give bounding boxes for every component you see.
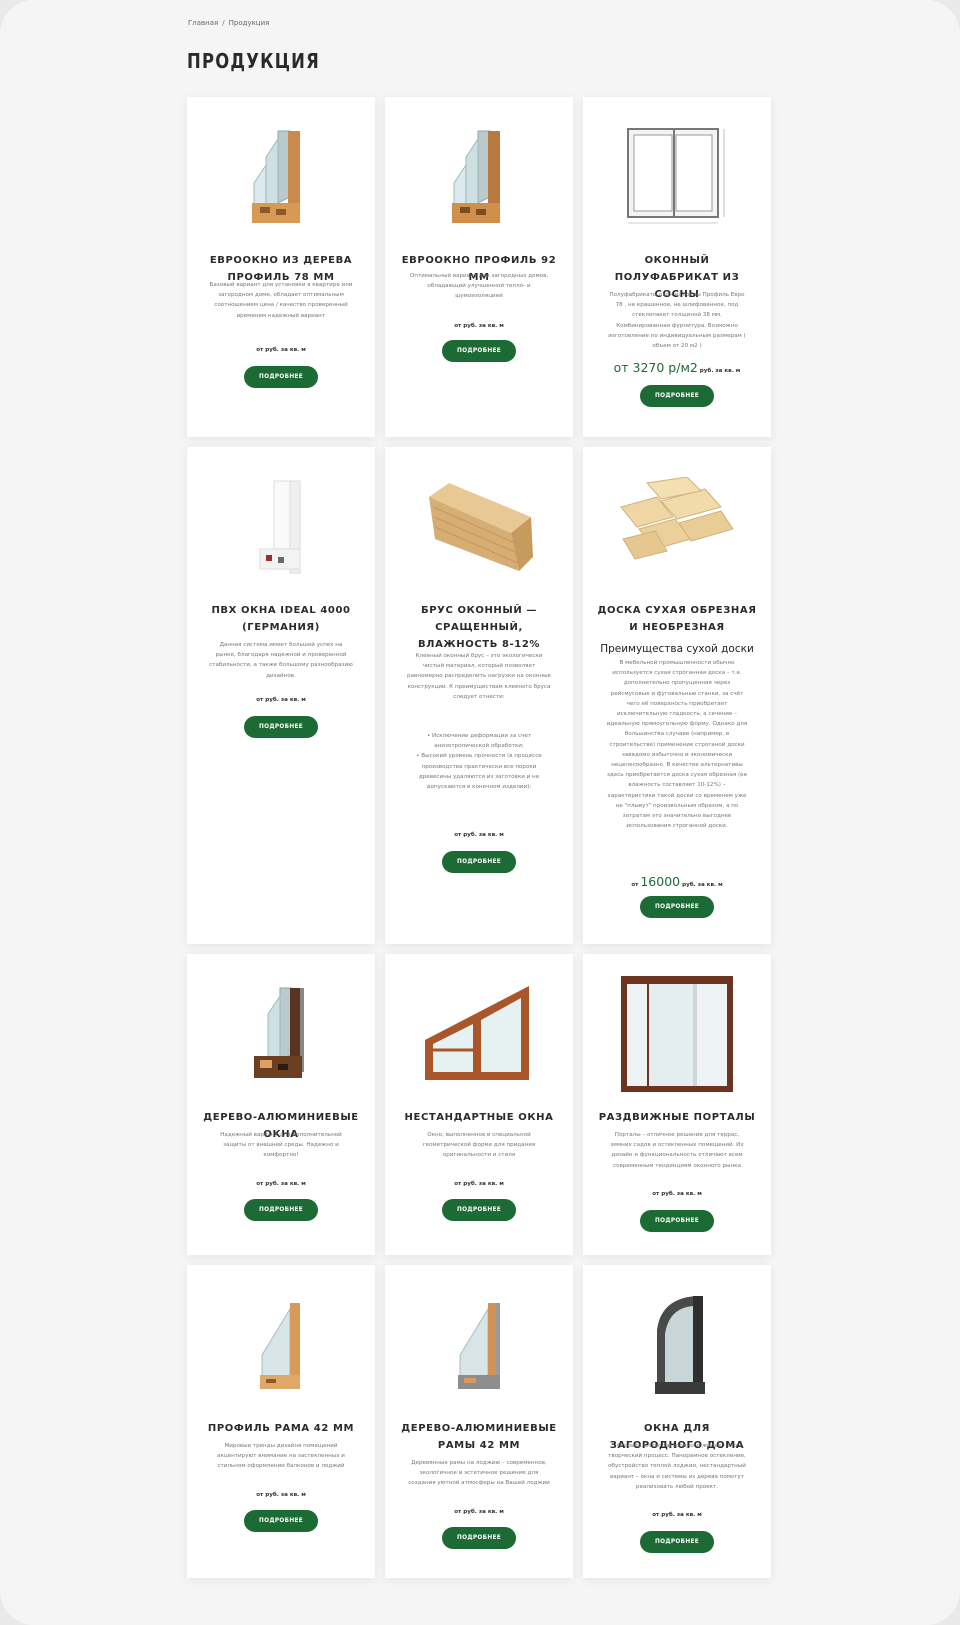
frame-profile-icon [260, 1303, 300, 1389]
page-title: ПРОДУКЦИЯ [187, 49, 320, 73]
product-price-value: 16000 [640, 874, 681, 889]
product-title: ДЕРЕВО-АЛЮМИНИЕВЫЕ РАМЫ 42 ММ [401, 1423, 557, 1451]
product-image [187, 117, 375, 237]
product-card: ДЕРЕВО-АЛЮМИНИЕВЫЕ ОКНА Надежный вариант… [187, 954, 375, 1255]
product-card: ОКНА ДЛЯ ЗАГОРОДНОГО ДОМА Строительство … [583, 1265, 771, 1578]
product-title: РАЗДВИЖНЫЕ ПОРТАЛЫ [598, 1112, 756, 1123]
bullet-item: • Высокий уровень прочности (в процессе … [416, 753, 542, 791]
product-price-value: от 3270 р/м2 [613, 360, 698, 375]
product-price: от руб. за кв. м [652, 1191, 702, 1197]
product-title: ПРОФИЛЬ РАМА 42 ММ [207, 1423, 355, 1434]
breadcrumb: Главная / Продукция [188, 19, 269, 27]
product-image [583, 974, 771, 1094]
wood-window-profile-icon [252, 130, 300, 223]
details-button[interactable]: ПОДРОБНЕЕ [244, 716, 318, 738]
dark-window-profile-icon [655, 1296, 705, 1394]
details-button[interactable]: ПОДРОБНЕЕ [442, 1199, 516, 1221]
product-image [385, 974, 573, 1094]
product-description: Строительство загородного жилья – это тв… [608, 1443, 746, 1490]
product-price: от руб. за кв. м [454, 832, 504, 838]
product-description: Полуфабрикаты окон из сосны Профиль Евро… [608, 292, 746, 350]
breadcrumb-separator: / [222, 19, 225, 27]
product-description: Порталы – отличное решение для террас, з… [610, 1132, 744, 1169]
product-price: от руб. за кв. м [454, 323, 504, 329]
product-card: ДЕРЕВО-АЛЮМИНИЕВЫЕ РАМЫ 42 ММ Деревянные… [385, 1265, 573, 1578]
product-price: от руб. за кв. м [256, 697, 306, 703]
product-description: В мебельной промышленности обычно исполь… [606, 660, 748, 830]
product-description: Окно, выполненное в специальной геометри… [422, 1132, 536, 1159]
product-subhead: Преимущества сухой доски [600, 643, 754, 655]
details-button[interactable]: ПОДРОБНЕЕ [442, 340, 516, 362]
product-image [187, 974, 375, 1094]
product-title: БРУС ОКОННЫЙ — СРАЩЕННЫЙ, ВЛАЖНОСТЬ 8-12… [417, 605, 541, 650]
page: Главная / Продукция ПРОДУКЦИЯ ЕВРООКНО ИЗ … [0, 0, 960, 1625]
details-button[interactable]: ПОДРОБНЕЕ [244, 366, 318, 388]
details-button[interactable]: ПОДРОБНЕЕ [244, 1510, 318, 1532]
product-price: от руб. за кв. м [256, 1492, 306, 1498]
product-image [385, 467, 573, 587]
product-image [385, 117, 573, 237]
product-card: ПРОФИЛЬ РАМА 42 ММ Мировые тренды дизайн… [187, 1265, 375, 1578]
product-price: от 16000 руб. за кв. м [583, 874, 771, 889]
product-card: ЕВРООКНО ПРОФИЛЬ 92 ММ Оптимальный вариа… [385, 97, 573, 437]
details-button[interactable]: ПОДРОБНЕЕ [442, 1527, 516, 1549]
product-price: от 3270 р/м2 руб. за кв. м [583, 360, 771, 375]
product-card: ПВХ ОКНА IDEAL 4000 (ГЕРМАНИЯ) Данная си… [187, 447, 375, 944]
details-button[interactable]: ПОДРОБНЕЕ [442, 851, 516, 873]
product-image [385, 1285, 573, 1405]
pvc-window-profile-icon [259, 480, 301, 573]
product-title: НЕСТАНДАРТНЫЕ ОКНА [404, 1112, 554, 1123]
product-description: Деревянные рамы на лоджию – современное,… [408, 1460, 550, 1487]
window-drawing-icon [627, 127, 725, 223]
details-button[interactable]: ПОДРОБНЕЕ [640, 1531, 714, 1553]
breadcrumb-home-link[interactable]: Главная [188, 19, 218, 27]
product-image [583, 1285, 771, 1405]
planks-icon [620, 477, 734, 560]
breadcrumb-current: Продукция [228, 19, 270, 27]
wood-window-profile-icon [452, 130, 500, 223]
product-title: ДОСКА СУХАЯ ОБРЕЗНАЯ И НЕОБРЕЗНАЯ [597, 605, 757, 633]
product-price-prefix: от [631, 882, 639, 888]
product-description: Базовый вариант для установки в квартире… [209, 282, 353, 319]
product-card: БРУС ОКОННЫЙ — СРАЩЕННЫЙ, ВЛАЖНОСТЬ 8-12… [385, 447, 573, 944]
product-description: Надежный вариант для дополнительной защи… [220, 1132, 342, 1159]
product-image [583, 117, 771, 237]
product-price: от руб. за кв. м [454, 1509, 504, 1515]
product-description: Данная система имеет большой успех на ры… [209, 642, 353, 679]
sliding-portal-icon [621, 976, 733, 1092]
product-card: ОКОННЫЙ ПОЛУФАБРИКАТ ИЗ СОСНЫ Полуфабрик… [583, 97, 771, 437]
product-price: от руб. за кв. м [652, 1512, 702, 1518]
product-description: Мировые тренды дизайна помещений акценти… [217, 1443, 345, 1470]
product-card: НЕСТАНДАРТНЫЕ ОКНА Окно, выполненное в с… [385, 954, 573, 1255]
product-card: ДОСКА СУХАЯ ОБРЕЗНАЯ И НЕОБРЕЗНАЯ Преиму… [583, 447, 771, 944]
product-description: Оптимальный вариант для загородных домов… [409, 273, 549, 300]
product-price-unit: руб. за кв. м [682, 882, 723, 888]
details-button[interactable]: ПОДРОБНЕЕ [244, 1199, 318, 1221]
product-image [187, 467, 375, 587]
trapezoid-window-icon [425, 986, 529, 1080]
bullet-item: • Исключение деформации за счет анизотро… [426, 733, 532, 750]
product-price-unit: руб. за кв. м [699, 368, 741, 374]
details-button[interactable]: ПОДРОБНЕЕ [640, 896, 714, 918]
product-title: ПВХ ОКНА IDEAL 4000 (ГЕРМАНИЯ) [211, 605, 351, 633]
product-card: ЕВРООКНО ИЗ ДЕРЕВА ПРОФИЛЬ 78 ММ Базовый… [187, 97, 375, 437]
product-card: РАЗДВИЖНЫЕ ПОРТАЛЫ Порталы – отличное ре… [583, 954, 771, 1255]
product-image [583, 467, 771, 587]
product-price: от руб. за кв. м [256, 347, 306, 353]
glued-beam-icon [429, 483, 533, 571]
details-button[interactable]: ПОДРОБНЕЕ [640, 1210, 714, 1232]
product-price: от руб. за кв. м [454, 1181, 504, 1187]
product-image [187, 1285, 375, 1405]
aluminium-frame-profile-icon [458, 1303, 500, 1389]
product-description: Клееный оконный брус – это экологически … [407, 653, 551, 700]
product-price: от руб. за кв. м [256, 1181, 306, 1187]
wood-aluminium-profile-icon [254, 987, 304, 1078]
details-button[interactable]: ПОДРОБНЕЕ [640, 385, 714, 407]
product-bullets: • Исключение деформации за счет анизотро… [407, 731, 551, 792]
